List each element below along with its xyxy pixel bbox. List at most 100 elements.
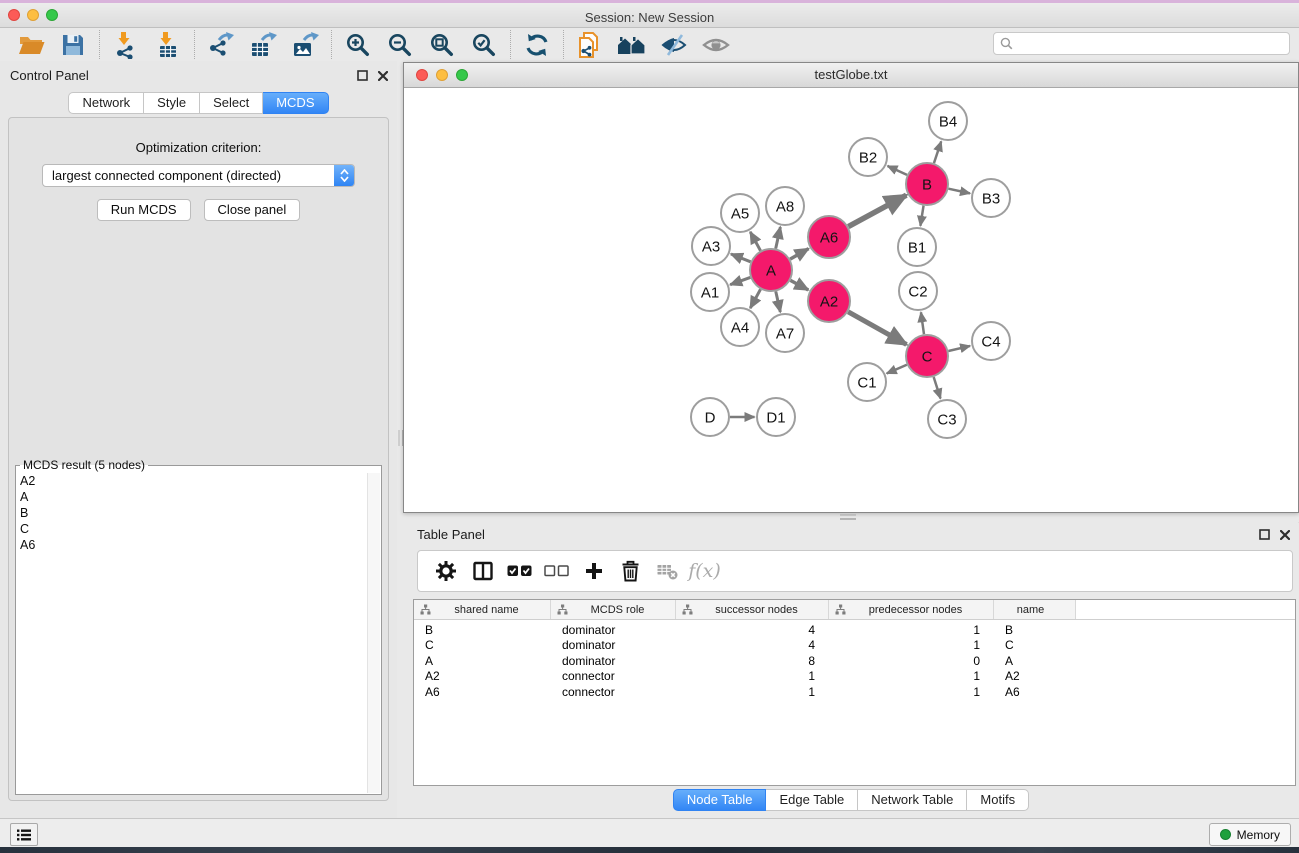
search-input[interactable] — [1013, 33, 1289, 54]
graph-edge-B-B3[interactable] — [948, 189, 970, 194]
mcds-result-box: MCDS result (5 nodes) A2ABCA6 — [15, 458, 382, 795]
table-row[interactable]: Bdominator41B — [414, 622, 1295, 638]
graph-edge-B-B2[interactable] — [888, 166, 907, 175]
graph-edge-A-A6[interactable] — [790, 249, 808, 259]
export-network-icon[interactable] — [200, 29, 242, 60]
export-image-icon[interactable] — [284, 29, 326, 60]
column-header-successor-nodes[interactable]: successor nodes — [676, 600, 829, 619]
mcds-result-item[interactable]: B — [20, 505, 377, 521]
tab-network-table[interactable]: Network Table — [858, 789, 967, 811]
column-header-shared-name[interactable]: shared name — [414, 600, 551, 619]
memory-button[interactable]: Memory — [1209, 823, 1291, 846]
criterion-select-value: largest connected component (directed) — [52, 168, 281, 183]
search-field[interactable] — [993, 32, 1290, 55]
column-header-name[interactable]: name — [994, 600, 1076, 619]
graph-edge-A-A7[interactable] — [776, 291, 781, 312]
graph-edge-A-A3[interactable] — [731, 254, 751, 262]
float-panel-icon[interactable] — [357, 68, 368, 86]
table-cell: dominator — [551, 638, 676, 652]
network-window-title: testGlobe.txt — [404, 63, 1298, 87]
tab-edge-table[interactable]: Edge Table — [766, 789, 858, 811]
zoom-fit-icon[interactable] — [421, 29, 463, 60]
refresh-layout-icon[interactable] — [516, 29, 558, 60]
mcds-scrollbar[interactable] — [367, 473, 380, 793]
tab-select[interactable]: Select — [200, 92, 263, 114]
open-file-icon[interactable] — [10, 29, 52, 60]
mcds-result-item[interactable]: A2 — [20, 473, 377, 489]
tab-style[interactable]: Style — [144, 92, 200, 114]
close-panel-button[interactable]: Close panel — [204, 199, 301, 221]
clone-network-icon[interactable] — [569, 29, 611, 60]
network-window-titlebar: testGlobe.txt — [404, 63, 1298, 88]
delete-column-trash-icon[interactable] — [612, 554, 649, 588]
column-header-MCDS-role[interactable]: MCDS role — [551, 600, 676, 619]
graph-edge-A-A5[interactable] — [750, 232, 760, 251]
show-columns-icon[interactable] — [464, 554, 501, 588]
table-settings-gear-icon[interactable] — [427, 554, 464, 588]
save-session-icon[interactable] — [52, 29, 94, 60]
table-header-row: shared nameMCDS rolesuccessor nodesprede… — [414, 600, 1295, 620]
graph-edge-C-C4[interactable] — [948, 346, 970, 351]
graph-edge-A-A1[interactable] — [730, 277, 750, 284]
graph-node-label: C — [922, 348, 933, 365]
tab-motifs[interactable]: Motifs — [967, 789, 1029, 811]
mcds-result-title: MCDS result (5 nodes) — [20, 458, 148, 472]
table-cell: C — [414, 638, 551, 652]
network-graph[interactable]: B4B2BB3A5A8A6A3B1AA1A2C2A4A7CC4C1C3DD1 — [404, 88, 1298, 512]
mcds-result-item[interactable]: C — [20, 521, 377, 537]
tab-node-table[interactable]: Node Table — [673, 789, 767, 811]
table-row[interactable]: A6connector11A6 — [414, 684, 1295, 700]
hide-selected-icon[interactable] — [653, 29, 695, 60]
select-all-rows-icon[interactable] — [501, 554, 538, 588]
status-bar: Memory — [0, 818, 1299, 847]
graph-node-label: B4 — [939, 113, 957, 130]
toolbar-separator — [194, 30, 195, 59]
close-panel-icon[interactable] — [1280, 527, 1290, 545]
show-all-icon[interactable] — [695, 29, 737, 60]
tab-mcds[interactable]: MCDS — [263, 92, 328, 114]
add-column-icon[interactable] — [575, 554, 612, 588]
table-cell: A6 — [994, 685, 1076, 699]
graph-edge-B-B1[interactable] — [920, 206, 923, 226]
tab-network[interactable]: Network — [68, 92, 144, 114]
graph-edge-A-A8[interactable] — [776, 227, 781, 249]
mcds-result-item[interactable]: A — [20, 489, 377, 505]
float-panel-icon[interactable] — [1259, 527, 1270, 545]
graph-edge-A-A2[interactable] — [790, 280, 808, 290]
graph-edge-C-C1[interactable] — [887, 365, 907, 374]
zoom-selected-icon[interactable] — [463, 29, 505, 60]
graph-edge-C-C2[interactable] — [921, 312, 924, 334]
column-header-predecessor-nodes[interactable]: predecessor nodes — [829, 600, 994, 619]
network-zoom-button[interactable] — [456, 69, 468, 81]
network-canvas[interactable]: B4B2BB3A5A8A6A3B1AA1A2C2A4A7CC4C1C3DD1 — [404, 88, 1298, 512]
network-minimize-button[interactable] — [436, 69, 448, 81]
graph-edge-C-C3[interactable] — [934, 377, 941, 399]
criterion-select[interactable]: largest connected component (directed) — [42, 164, 355, 187]
graph-edge-A6-B[interactable] — [848, 195, 906, 226]
node-table[interactable]: shared nameMCDS rolesuccessor nodesprede… — [413, 599, 1296, 786]
run-mcds-button[interactable]: Run MCDS — [97, 199, 191, 221]
import-network-icon[interactable] — [105, 29, 147, 60]
graph-edge-B-B4[interactable] — [934, 141, 941, 163]
mcds-result-item[interactable]: A6 — [20, 537, 377, 553]
export-table-icon[interactable] — [242, 29, 284, 60]
import-table-icon[interactable] — [147, 29, 189, 60]
graph-edge-A2-C[interactable] — [848, 312, 906, 345]
deselect-all-rows-icon[interactable] — [538, 554, 575, 588]
table-row[interactable]: Adominator80A — [414, 653, 1295, 669]
zoom-out-icon[interactable] — [379, 29, 421, 60]
zoom-in-icon[interactable] — [337, 29, 379, 60]
table-cell: B — [414, 623, 551, 637]
task-history-button[interactable] — [10, 823, 38, 846]
table-row[interactable]: A2connector11A2 — [414, 669, 1295, 685]
first-neighbors-icon[interactable] — [611, 29, 653, 60]
desktop-background — [0, 847, 1299, 853]
graph-edge-A-A4[interactable] — [750, 289, 760, 308]
graph-node-label: C3 — [937, 411, 956, 428]
delete-table-icon — [649, 554, 686, 588]
mcds-panel: Optimization criterion: largest connecte… — [8, 117, 389, 801]
control-panel: Control Panel NetworkStyleSelectMCDS Opt… — [0, 61, 397, 818]
close-panel-icon[interactable] — [378, 68, 388, 86]
table-row[interactable]: Cdominator41C — [414, 638, 1295, 654]
network-close-button[interactable] — [416, 69, 428, 81]
